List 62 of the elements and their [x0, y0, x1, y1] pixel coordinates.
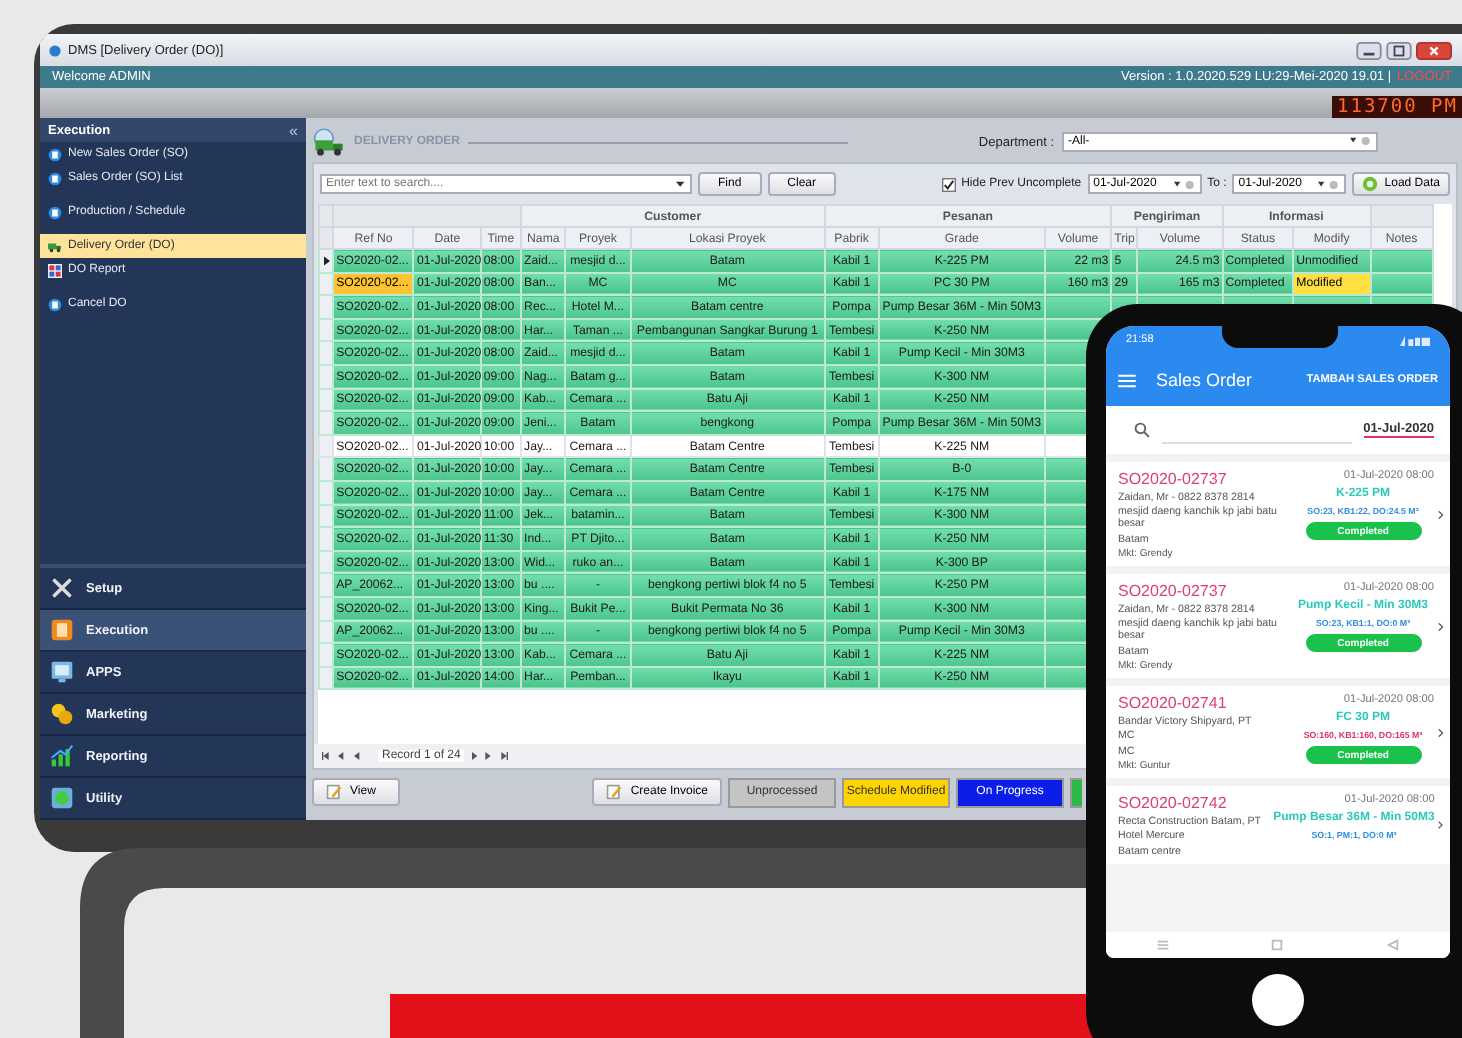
chevron-icon: [1438, 728, 1444, 738]
checkbox[interactable]: [941, 177, 956, 191]
order-number: SO2020-02742: [1118, 794, 1229, 812]
coins-icon: [50, 702, 74, 726]
row-indicator-cell[interactable]: [319, 666, 334, 690]
digital-clock: 113700 PM: [1331, 96, 1462, 118]
row-indicator-cell[interactable]: [319, 295, 334, 319]
close-icon[interactable]: [1416, 41, 1452, 59]
truck-icon: [312, 128, 346, 156]
chevron-icon: [1438, 820, 1444, 831]
row-indicator-cell[interactable]: [319, 527, 334, 551]
collapse-button[interactable]: «: [289, 121, 298, 139]
row-indicator-cell[interactable]: [319, 596, 334, 620]
minimize-icon[interactable]: [1356, 41, 1382, 59]
row-indicator-cell[interactable]: [319, 643, 334, 667]
dropdown-caret-icon: [1318, 179, 1341, 189]
refresh-icon: [1362, 176, 1379, 192]
row-indicator-cell[interactable]: [319, 480, 334, 505]
document-icon: [48, 297, 62, 311]
maximize-icon[interactable]: [1386, 41, 1412, 59]
row-indicator-cell[interactable]: [319, 457, 334, 481]
chevron-icon: [1438, 622, 1444, 632]
chart-icon: [50, 744, 74, 768]
row-indicator-cell[interactable]: [319, 318, 334, 342]
monitor-icon: [50, 660, 74, 684]
chevron-icon: [1438, 510, 1444, 520]
home-icon[interactable]: [1270, 938, 1285, 952]
row-indicator-cell[interactable]: [319, 620, 334, 644]
grid-icon: [48, 263, 62, 277]
row-pointer-icon: [323, 255, 330, 266]
order-number: SO2020-02737: [1118, 582, 1229, 600]
row-indicator-cell[interactable]: [319, 388, 334, 412]
signal-icon: [1400, 335, 1430, 345]
pencil-icon: [606, 784, 623, 800]
app-title: Sales Order: [1156, 370, 1253, 390]
row-indicator-cell[interactable]: [319, 272, 334, 296]
row-indicator-cell[interactable]: [319, 434, 334, 458]
row-indicator-cell[interactable]: [319, 550, 334, 574]
row-indicator-cell[interactable]: [319, 573, 334, 597]
dropdown-caret-icon: [1173, 179, 1196, 189]
tools-icon: [50, 576, 74, 600]
app-icon: [48, 43, 62, 57]
row-indicator-cell[interactable]: [319, 504, 334, 528]
document-icon: [48, 147, 62, 161]
order-number: SO2020-02737: [1118, 470, 1229, 488]
pencil-icon: [326, 784, 342, 800]
dropdown-caret-icon: [676, 179, 686, 189]
row-indicator-cell[interactable]: [319, 411, 334, 435]
row-indicator-cell[interactable]: [319, 341, 334, 365]
row-indicator-cell[interactable]: [319, 249, 334, 273]
phone-notch: [1222, 326, 1338, 348]
back-icon[interactable]: [1385, 938, 1400, 952]
dropdown-caret-icon: [1350, 135, 1372, 145]
document-icon: [48, 205, 62, 219]
truck-icon: [48, 239, 62, 253]
menu-icon[interactable]: [1156, 938, 1171, 952]
order-number: SO2020-02741: [1118, 694, 1229, 712]
document-icon: [48, 171, 62, 185]
home-button[interactable]: [1252, 974, 1304, 1026]
search-icon[interactable]: [1134, 422, 1150, 438]
document-icon: [50, 618, 74, 642]
row-indicator-cell[interactable]: [319, 364, 334, 389]
